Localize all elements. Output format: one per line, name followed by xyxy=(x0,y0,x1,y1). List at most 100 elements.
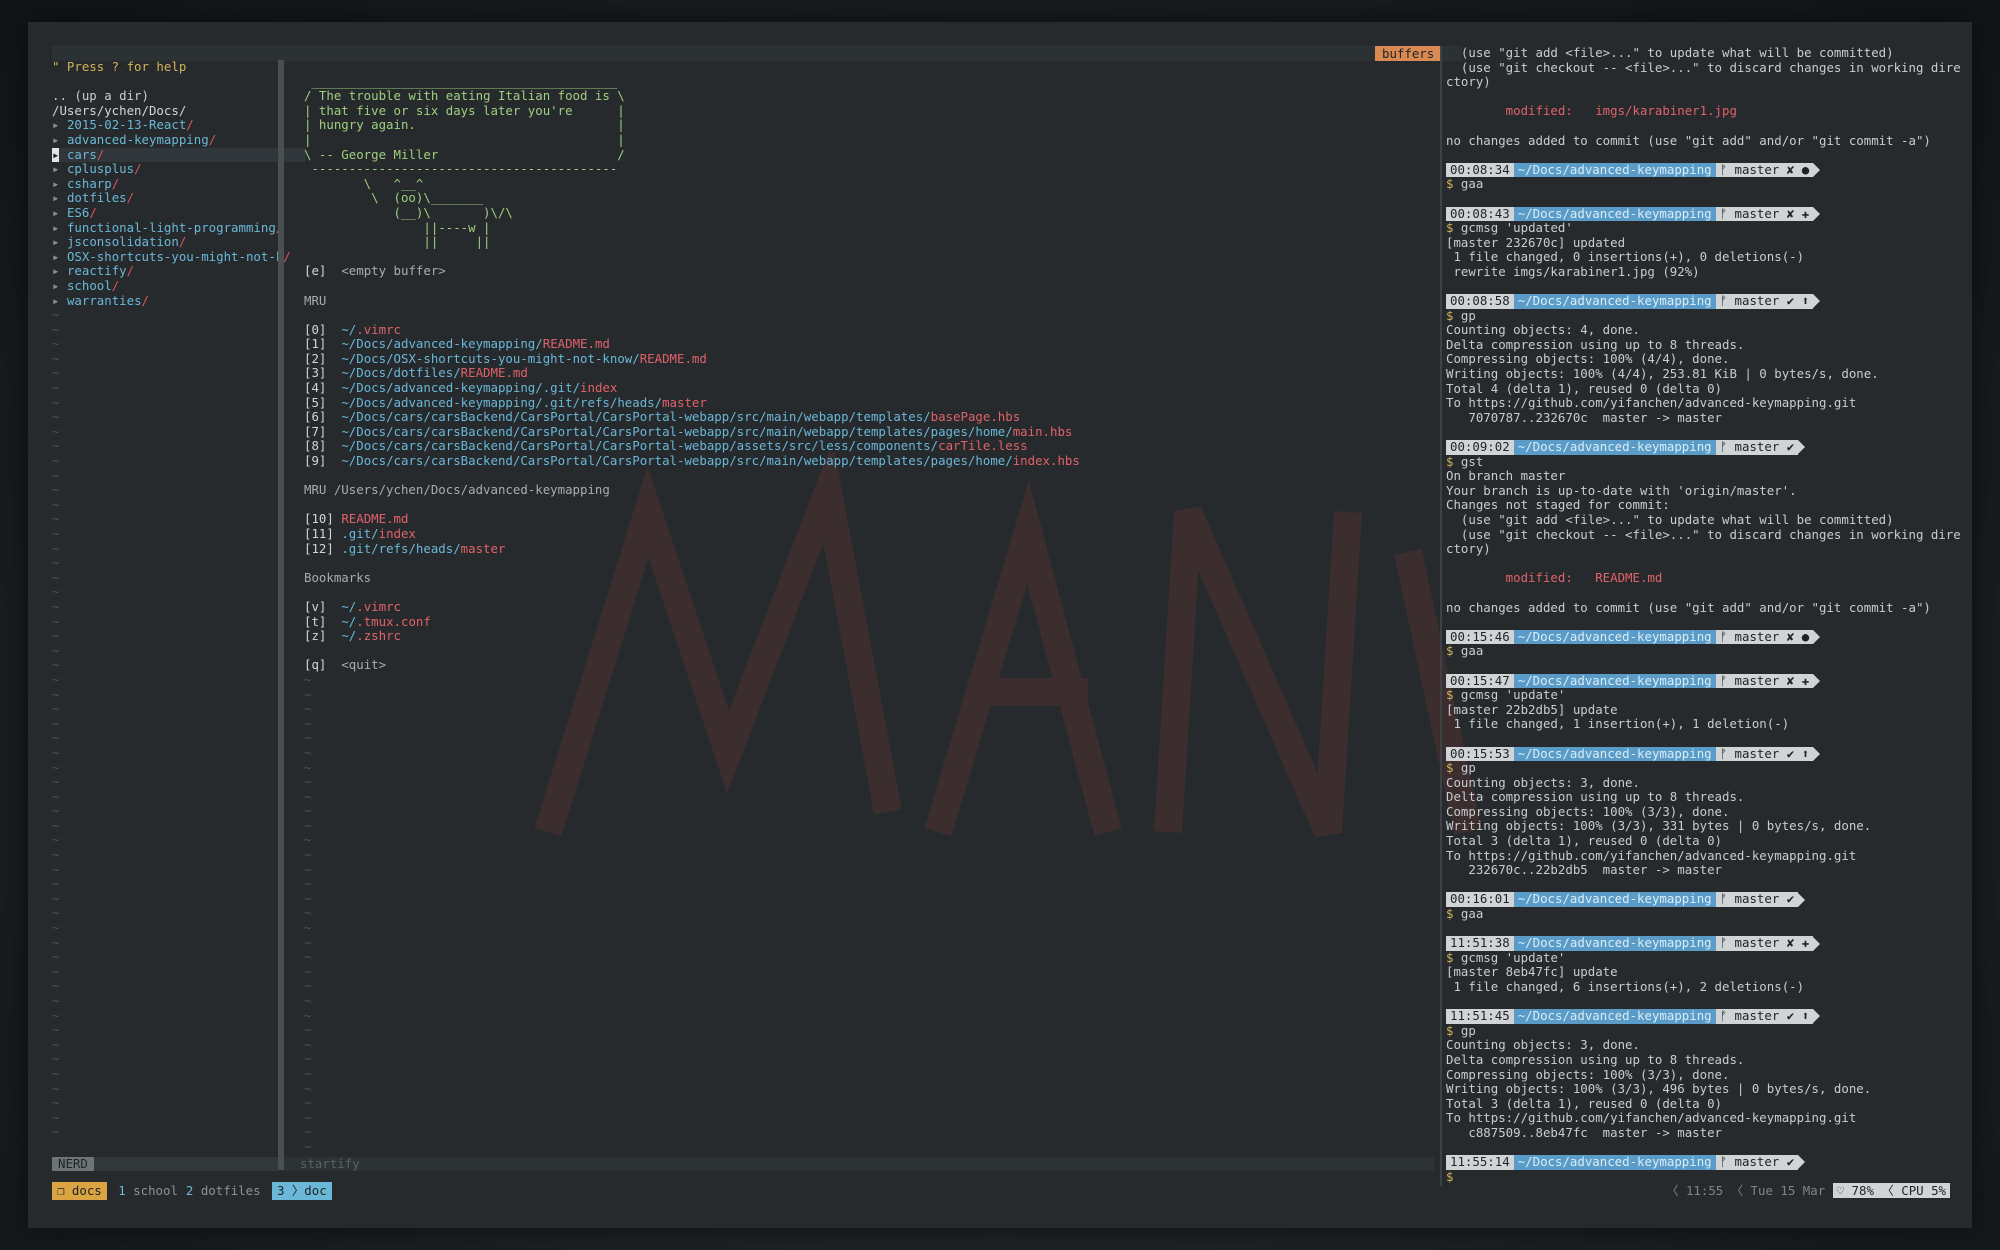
mru-dir-item[interactable]: [11] .git/index xyxy=(304,527,1454,542)
item-dir: ~/ xyxy=(341,614,357,629)
item-dir: .git/ xyxy=(341,527,379,541)
shell-output: To https://github.com/yifanchen/advanced… xyxy=(1446,1111,1857,1126)
shell-output: c887509..8eb47fc master -> master xyxy=(1446,1125,1723,1140)
shell-command[interactable]: $ gcmsg 'updated' xyxy=(1446,221,1966,236)
mru-item[interactable]: [5] ~/Docs/advanced-keymapping/.git/refs… xyxy=(304,396,1454,411)
mru-item[interactable]: [0] ~/.vimrc xyxy=(304,323,1454,338)
shell-pane[interactable]: (use "git add <file>..." to update what … xyxy=(1446,46,1966,1196)
nerdtree-item[interactable]: ▸ cplusplus/ xyxy=(52,162,306,177)
tilde-line: ~ xyxy=(52,468,60,483)
nerdtree-item[interactable]: ▸ functional-light-programming/ xyxy=(52,221,306,236)
bookmark-item[interactable]: [z] ~/.zshrc xyxy=(304,629,1454,644)
shell-command[interactable]: $ gp xyxy=(1446,761,1966,776)
shell-output: 1 file changed, 0 insertions(+), 0 delet… xyxy=(1446,250,1805,265)
startify-empty-buffer[interactable]: [e] <empty buffer> xyxy=(304,264,1454,279)
tilde-line: ~ xyxy=(52,439,60,454)
mru-item[interactable]: [7] ~/Docs/cars/carsBackend/CarsPortal/C… xyxy=(304,425,1454,440)
nerdtree-help: " Press ? for help xyxy=(52,60,187,74)
tilde-line: ~ xyxy=(52,629,60,644)
nerdtree-item[interactable]: ▸ warranties/ xyxy=(52,294,306,309)
nerdtree-item[interactable]: ▸ csharp/ xyxy=(52,177,306,192)
shell-command[interactable]: $ gcmsg 'update' xyxy=(1446,688,1966,703)
nerdtree-item[interactable]: ▸ jsconsolidation/ xyxy=(52,235,306,250)
shell-output: (use "git checkout -- <file>..." to disc… xyxy=(1446,527,1961,542)
cowsay-line: \ -- George Miller / xyxy=(304,147,625,162)
nerdtree-items: ▸ 2015-02-13-React/▸ advanced-keymapping… xyxy=(52,118,306,308)
shell-command[interactable]: $ gcmsg 'update' xyxy=(1446,951,1966,966)
chevron-right-icon: ▸ xyxy=(52,264,60,279)
tilde-line: ~ xyxy=(304,1125,312,1140)
item-key: [t] xyxy=(304,614,327,629)
tilde-line: ~ xyxy=(52,702,60,717)
path-slash: / xyxy=(141,293,150,308)
tmux-window[interactable]: 2 dotfiles xyxy=(182,1182,265,1200)
mru-item[interactable]: [2] ~/Docs/OSX-shortcuts-you-might-not-k… xyxy=(304,352,1454,367)
item-key: [5] xyxy=(304,395,327,410)
shell-command[interactable]: $ gp xyxy=(1446,309,1966,324)
tmux-current-window[interactable]: 3 〉doc xyxy=(272,1182,332,1200)
nerdtree-pane[interactable]: " Press ? for help .. (up a dir) /Users/… xyxy=(52,60,306,1190)
shell-command[interactable]: $ gaa xyxy=(1446,177,1966,192)
prompt-arrow-icon xyxy=(1798,440,1806,455)
tilde-line: ~ xyxy=(304,818,312,833)
nerdtree-item[interactable]: ▸ reactify/ xyxy=(52,264,306,279)
tilde-line: ~ xyxy=(52,789,60,804)
tilde-line: ~ xyxy=(304,760,312,775)
tmux-session[interactable]: ❐ docs xyxy=(52,1182,107,1200)
tilde-line: ~ xyxy=(52,716,60,731)
nerdtree-item[interactable]: ▸ school/ xyxy=(52,279,306,294)
mru-item[interactable]: [4] ~/Docs/advanced-keymapping/.git/inde… xyxy=(304,381,1454,396)
nerdtree-up-dir[interactable]: .. (up a dir) xyxy=(52,89,306,104)
shell-command[interactable]: $ gaa xyxy=(1446,907,1966,922)
mru-dir-title: MRU /Users/ychen/Docs/advanced-keymappin… xyxy=(304,483,610,498)
shell-command[interactable]: $ gst xyxy=(1446,455,1966,470)
nerdtree-item[interactable]: ▸ advanced-keymapping/ xyxy=(52,133,306,148)
mru-item[interactable]: [3] ~/Docs/dotfiles/README.md xyxy=(304,366,1454,381)
tilde-line: ~ xyxy=(52,322,60,337)
tilde-line: ~ xyxy=(304,950,312,965)
item-file: .tmux.conf xyxy=(356,614,431,629)
nerdtree-item-label: ES6 xyxy=(66,205,90,220)
bookmark-item[interactable]: [t] ~/.tmux.conf xyxy=(304,615,1454,630)
bookmark-list: [v] ~/.vimrc [t] ~/.tmux.conf [z] ~/.zshrc xyxy=(304,600,1454,644)
shell-command[interactable]: $ gp xyxy=(1446,1024,1966,1039)
startify-pane[interactable]: ________________________________________… xyxy=(304,60,1454,1170)
nerdtree-item[interactable]: ▸ cars/ xyxy=(52,147,306,163)
mru-item[interactable]: [9] ~/Docs/cars/carsBackend/CarsPortal/C… xyxy=(304,454,1454,469)
nerdtree-item[interactable]: ▸ dotfiles/ xyxy=(52,191,306,206)
shell-output: (use "git checkout -- <file>..." to disc… xyxy=(1446,60,1961,75)
tmux-window-number: 1 xyxy=(118,1183,126,1198)
mru-item[interactable]: [6] ~/Docs/cars/carsBackend/CarsPortal/C… xyxy=(304,410,1454,425)
nerdtree-item[interactable]: ▸ ES6/ xyxy=(52,206,306,221)
prompt-time: 00:15:46 xyxy=(1446,629,1514,645)
item-dir: ~/Docs/cars/carsBackend/CarsPortal/CarsP… xyxy=(341,454,1013,469)
mru-dir-item[interactable]: [10] README.md xyxy=(304,512,1454,527)
prompt-time: 00:08:58 xyxy=(1446,293,1514,309)
prompt-git: ᚠ master ✘ ✚ xyxy=(1715,206,1814,222)
pane-separator[interactable] xyxy=(1440,46,1442,1186)
tmux-window[interactable]: 1 school xyxy=(114,1182,182,1200)
mru-dir-item[interactable]: [12] .git/refs/heads/master xyxy=(304,542,1454,557)
mru-item[interactable]: [1] ~/Docs/advanced-keymapping/README.md xyxy=(304,337,1454,352)
tilde-line: ~ xyxy=(304,1066,312,1081)
shell-output: [master 22b2db5] update xyxy=(1446,702,1618,717)
nerdtree-item[interactable]: ▸ OSX-shortcuts-you-might-not-k/ xyxy=(52,250,306,265)
buffers-tab[interactable]: buffers xyxy=(1375,46,1442,61)
startify-quit[interactable]: [q] <quit> xyxy=(304,658,1454,673)
shell-output: (use "git add <file>..." to update what … xyxy=(1446,46,1894,60)
shell-output: [master 232670c] updated xyxy=(1446,235,1626,250)
vertical-split[interactable] xyxy=(278,60,284,1170)
prompt-dir: ~/Docs/advanced-keymapping xyxy=(1513,439,1716,455)
nerdtree-item[interactable]: ▸ 2015-02-13-React/ xyxy=(52,118,306,133)
prompt-arrow-icon xyxy=(1813,630,1821,645)
shell-prompt: 11:51:38 ~/Docs/advanced-keymapping ᚠ mast… xyxy=(1446,936,1966,951)
item-dir: ~/ xyxy=(341,599,357,614)
shell-command[interactable]: $ gaa xyxy=(1446,644,1966,659)
cowsay-line: / The trouble with eating Italian food i… xyxy=(304,89,625,104)
git-modified-line: modified: imgs/karabiner1.jpg xyxy=(1446,104,1737,119)
tilde-line: ~ xyxy=(304,1081,312,1096)
item-file: README.md xyxy=(542,337,610,352)
bookmark-item[interactable]: [v] ~/.vimrc xyxy=(304,600,1454,615)
shell-prompt: 00:15:53 ~/Docs/advanced-keymapping ᚠ mast… xyxy=(1446,746,1966,762)
mru-item[interactable]: [8] ~/Docs/cars/carsBackend/CarsPortal/C… xyxy=(304,439,1454,454)
